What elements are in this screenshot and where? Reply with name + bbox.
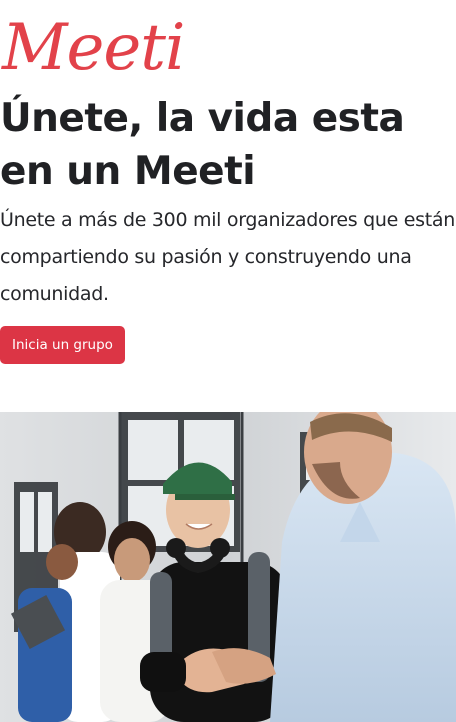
meeti-logo[interactable]: Meeti — [2, 10, 185, 86]
hero-title: Únete, la vida esta en un Meeti — [0, 96, 405, 194]
people-handshake-photo-icon — [0, 412, 456, 722]
hero-photo — [0, 412, 456, 722]
start-group-button[interactable]: Inicia un grupo — [0, 326, 125, 364]
hero-subtitle: Únete a más de 300 mil organizadores que… — [0, 209, 455, 305]
